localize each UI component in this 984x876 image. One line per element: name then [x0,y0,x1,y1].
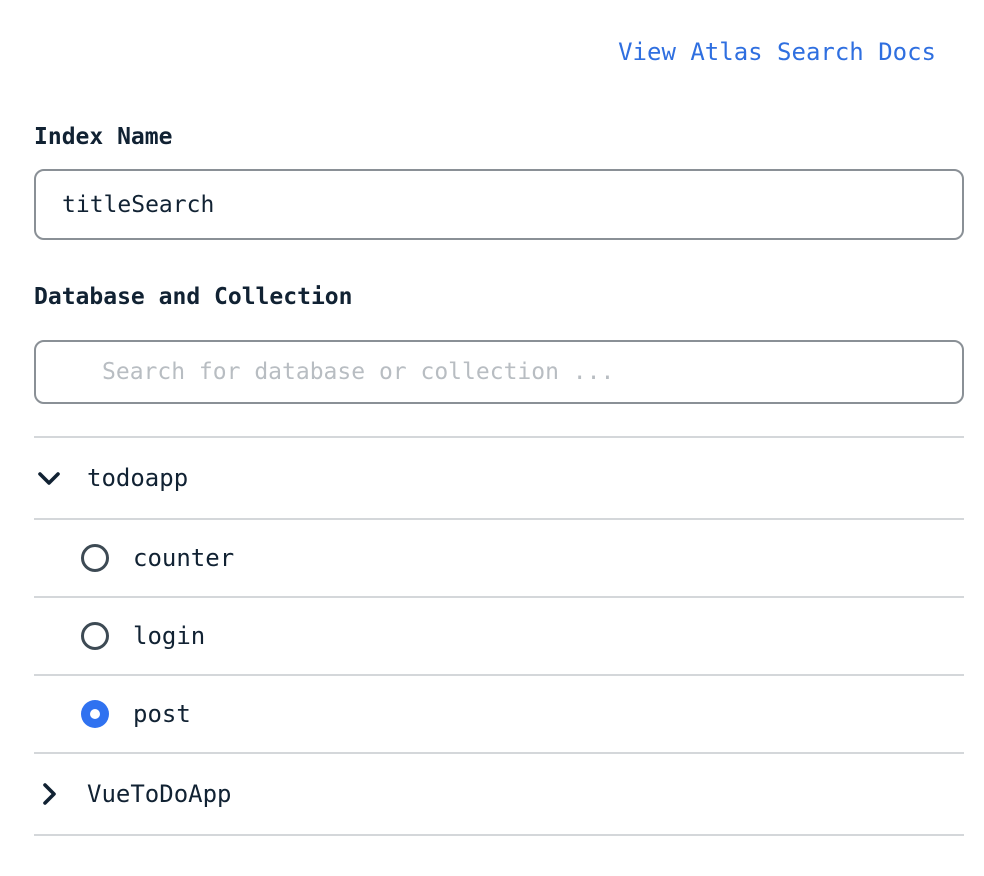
index-name-input[interactable] [34,169,964,240]
radio-unselected-icon[interactable] [81,544,109,572]
radio-unselected-icon[interactable] [81,622,109,650]
tree-item-database-vuetodoapp[interactable]: VueToDoApp [34,754,964,836]
database-collection-search-input[interactable] [34,340,964,404]
chevron-down-icon[interactable] [36,465,62,491]
collection-name: login [133,622,206,650]
collection-name: post [133,700,191,728]
tree-item-collection-login[interactable]: login [34,598,964,676]
database-collection-label: Database and Collection [34,284,353,310]
radio-dot [90,709,100,719]
tree-item-collection-post[interactable]: post [34,676,964,754]
database-collection-tree: todoapp counter login post VueToDoApp [34,436,964,836]
view-atlas-search-docs-link[interactable]: View Atlas Search Docs [618,38,936,66]
index-name-label: Index Name [34,124,173,150]
collection-name: counter [133,544,235,572]
database-name: todoapp [87,464,189,492]
radio-selected-icon[interactable] [81,700,109,728]
chevron-right-icon[interactable] [36,781,62,807]
database-name: VueToDoApp [87,780,232,808]
tree-item-database-todoapp[interactable]: todoapp [34,438,964,520]
tree-item-collection-counter[interactable]: counter [34,520,964,598]
